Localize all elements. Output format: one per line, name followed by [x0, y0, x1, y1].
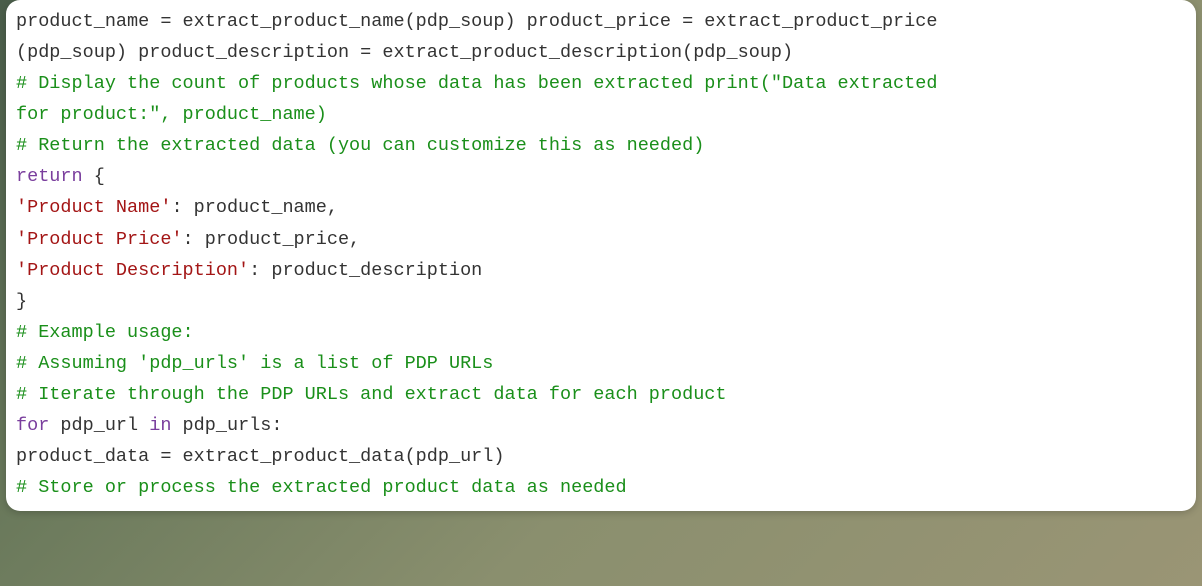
- code-text: (pdp_soup) product_description = extract…: [16, 42, 793, 63]
- code-line-7: 'Product Description': product_descripti…: [16, 255, 1186, 286]
- code-line-5: 'Product Name': product_name,: [16, 192, 1186, 223]
- code-comment: # Display the count of products whose da…: [16, 73, 937, 94]
- code-keyword: return: [16, 166, 83, 187]
- code-line-4: return {: [16, 161, 1186, 192]
- code-string: 'Product Description': [16, 260, 249, 281]
- code-keyword: in: [149, 415, 171, 436]
- code-comment: # Example usage:: [16, 322, 194, 343]
- code-line-12: for pdp_url in pdp_urls:: [16, 410, 1186, 441]
- code-line-11: # Iterate through the PDP URLs and extra…: [16, 379, 1186, 410]
- code-line-3: # Return the extracted data (you can cus…: [16, 130, 1186, 161]
- code-text: pdp_url: [49, 415, 149, 436]
- code-text: product_data = extract_product_data(pdp_…: [16, 446, 504, 467]
- code-line-10: # Assuming 'pdp_urls' is a list of PDP U…: [16, 348, 1186, 379]
- code-string: 'Product Price': [16, 229, 183, 250]
- code-text: }: [16, 291, 27, 312]
- code-comment: # Return the extracted data (you can cus…: [16, 135, 704, 156]
- code-line-1: product_name = extract_product_name(pdp_…: [16, 6, 1186, 37]
- code-line-2b: for product:", product_name): [16, 99, 1186, 130]
- code-line-13: product_data = extract_product_data(pdp_…: [16, 441, 1186, 472]
- code-text: {: [83, 166, 105, 187]
- code-line-2: # Display the count of products whose da…: [16, 68, 1186, 99]
- code-comment: for product:", product_name): [16, 104, 327, 125]
- code-line-1b: (pdp_soup) product_description = extract…: [16, 37, 1186, 68]
- code-block: product_name = extract_product_name(pdp_…: [6, 0, 1196, 511]
- code-text: : product_description: [249, 260, 482, 281]
- code-comment: # Assuming 'pdp_urls' is a list of PDP U…: [16, 353, 493, 374]
- code-line-8: }: [16, 286, 1186, 317]
- code-line-9: # Example usage:: [16, 317, 1186, 348]
- code-text: pdp_urls:: [171, 415, 282, 436]
- code-string: 'Product Name': [16, 197, 171, 218]
- code-comment: # Store or process the extracted product…: [16, 477, 627, 498]
- code-text: : product_name,: [171, 197, 338, 218]
- code-keyword: for: [16, 415, 49, 436]
- code-text: : product_price,: [183, 229, 361, 250]
- code-comment: # Iterate through the PDP URLs and extra…: [16, 384, 727, 405]
- code-line-6: 'Product Price': product_price,: [16, 224, 1186, 255]
- code-line-14: # Store or process the extracted product…: [16, 472, 1186, 503]
- code-text: product_name = extract_product_name(pdp_…: [16, 11, 937, 32]
